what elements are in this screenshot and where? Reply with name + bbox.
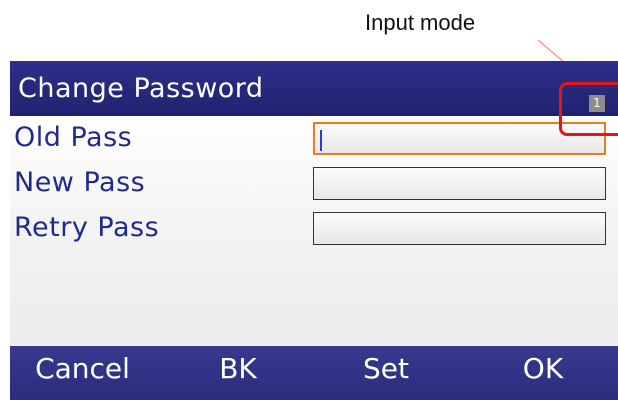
new-pass-field[interactable]: [313, 167, 606, 200]
retry-pass-row: Retry Pass: [10, 206, 618, 250]
phone-display: Change Password 1 Old Pass New Pass Retr…: [10, 61, 618, 400]
softkey-set[interactable]: Set: [316, 352, 456, 385]
softkey-ok[interactable]: OK: [468, 352, 618, 385]
new-pass-label: New Pass: [14, 167, 146, 198]
title-bar: Change Password 1: [10, 61, 618, 116]
old-pass-label: Old Pass: [14, 122, 133, 153]
retry-pass-label: Retry Pass: [14, 212, 160, 243]
old-pass-row: Old Pass: [10, 116, 618, 160]
password-form: Old Pass New Pass Retry Pass: [10, 116, 618, 346]
page-title: Change Password: [18, 73, 264, 104]
softkey-bar: Cancel BK Set OK: [10, 346, 618, 400]
text-cursor: [320, 130, 322, 151]
softkey-bk[interactable]: BK: [168, 352, 308, 385]
softkey-cancel[interactable]: Cancel: [10, 352, 155, 385]
input-mode-highlight-box: [559, 82, 618, 136]
new-pass-row: New Pass: [10, 161, 618, 205]
retry-pass-field[interactable]: [313, 212, 606, 245]
